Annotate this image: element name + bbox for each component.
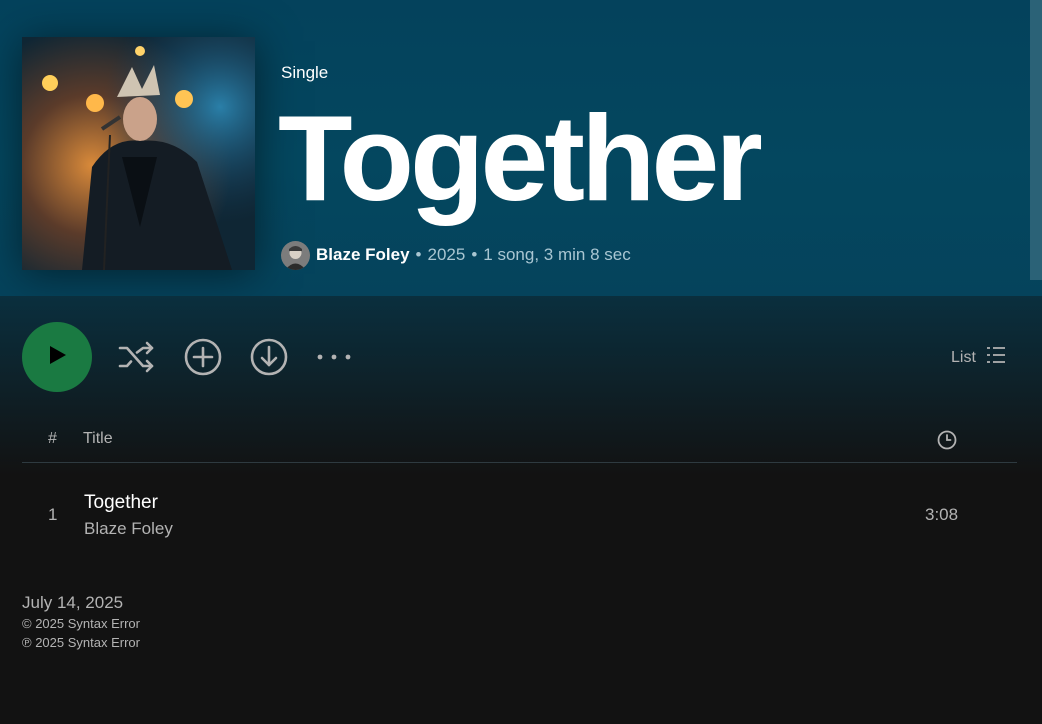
- column-title: Title: [83, 430, 113, 447]
- scrollbar[interactable]: [1030, 0, 1042, 280]
- track-artist[interactable]: Blaze Foley: [84, 519, 173, 539]
- more-icon: [314, 354, 354, 381]
- list-view-icon: [976, 345, 1006, 370]
- track-number: 1: [48, 505, 58, 524]
- shuffle-icon: [116, 341, 156, 381]
- phonographic-copyright: ℗ 2025 Syntax Error: [22, 635, 140, 650]
- download-icon: [249, 338, 289, 381]
- view-mode-toggle[interactable]: List: [951, 345, 1006, 370]
- artist-avatar[interactable]: [281, 240, 310, 270]
- more-options-button[interactable]: [314, 337, 354, 377]
- download-button[interactable]: [249, 337, 289, 377]
- track-title[interactable]: Together: [84, 492, 158, 514]
- view-mode-label: List: [951, 348, 976, 366]
- release-date: July 14, 2025: [22, 593, 124, 612]
- play-button[interactable]: [22, 322, 92, 392]
- release-year: 2025: [427, 245, 466, 264]
- copyright-notice: © 2025 Syntax Error: [22, 616, 140, 631]
- tracklist-header: # Title: [22, 422, 1017, 463]
- album-meta: Blaze Foley • 2025 • 1 song, 3 min 8 sec: [281, 240, 631, 270]
- track-duration: 3:08: [925, 505, 959, 524]
- shuffle-button[interactable]: [116, 337, 156, 377]
- album-title: Together: [278, 90, 763, 226]
- album-cover[interactable]: [22, 37, 255, 270]
- column-number: #: [48, 430, 57, 447]
- artist-link[interactable]: Blaze Foley: [316, 245, 410, 265]
- separator-dot: •: [471, 245, 478, 264]
- add-circle-icon: [183, 338, 223, 381]
- separator-dot: •: [415, 245, 422, 264]
- add-to-library-button[interactable]: [183, 337, 223, 377]
- clock-icon: [937, 430, 957, 455]
- album-summary: 1 song, 3 min 8 sec: [483, 245, 631, 264]
- release-type: Single: [281, 63, 329, 82]
- track-row[interactable]: 1 Together Blaze Foley 3:08: [22, 485, 1017, 547]
- play-icon: [46, 344, 68, 371]
